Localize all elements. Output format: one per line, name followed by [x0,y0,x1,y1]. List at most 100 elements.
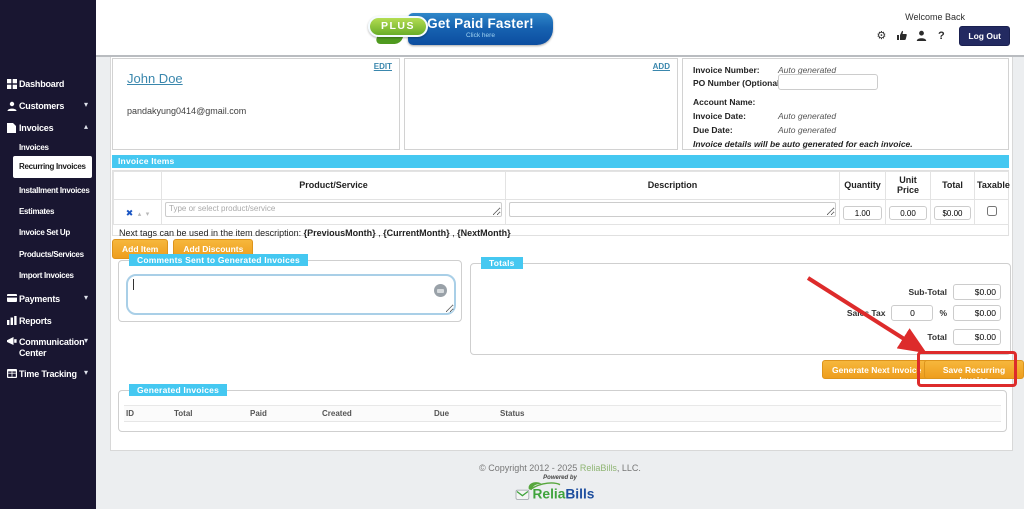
invoice-items-header: Invoice Items [112,155,1009,168]
sub-total-input[interactable] [953,284,1001,300]
sidebar-item-label: Time Tracking [19,369,77,379]
reports-icon [7,316,17,326]
move-down-icon[interactable]: ▾ [146,211,150,218]
powered-by-block: Powered by ReliaBills [497,475,623,508]
top-header: Get Paid Faster! Click here PLUS Welcome… [96,0,1024,57]
logo-text-bills: Bills [565,486,594,501]
sidebar: Dashboard Customers ▾ Invoices ▴ Invoice… [0,0,96,509]
generate-next-invoice-button[interactable]: Generate Next Invoice [822,360,931,379]
tags-note: Next tags can be used in the item descri… [113,225,1008,238]
taxable-checkbox[interactable] [987,206,997,216]
sidebar-item-time-tracking[interactable]: Time Tracking ▾ [0,368,96,383]
sidebar-item-label: Communication [19,337,84,347]
gear-icon[interactable]: ⚙ [875,30,887,42]
paid-column-header: Paid [250,409,267,418]
invoice-number-label: Invoice Number: [693,65,760,75]
sidebar-item-customers[interactable]: Customers ▾ [0,100,96,115]
tags-note-prefix: Next tags can be used in the item descri… [119,228,304,238]
description-column-header: Description [506,172,840,200]
due-column-header: Due [434,409,449,418]
sidebar-item-label: Customers [19,101,64,111]
invoice-items-table: Product/Service Description Quantity Uni… [113,171,1009,225]
welcome-back-text: Welcome Back [905,12,965,22]
delete-row-icon[interactable]: ✖ [126,208,134,218]
sidebar-item-products-services[interactable]: Products/Services [19,250,96,264]
auto-generated-note: Invoice details will be auto generated f… [693,139,1003,149]
sidebar-item-label: Center [19,348,46,358]
sidebar-item-invoices[interactable]: Invoices ▴ [0,122,96,137]
recurring-invoice-page: Dashboard Customers ▾ Invoices ▴ Invoice… [0,0,1024,509]
taxable-column-header: Taxable [975,172,1009,200]
reliabills-link[interactable]: ReliaBills [580,463,617,473]
move-up-icon[interactable]: ▴ [138,211,142,218]
generated-invoices-section: Generated Invoices ID Total Paid Created… [118,390,1007,432]
chevron-down-icon: ▾ [84,293,88,302]
sidebar-item-estimates[interactable]: Estimates [19,207,96,221]
sales-tax-input[interactable] [953,305,1001,321]
customer-card: EDIT John Doe pandakyung0414@gmail.com [112,58,400,150]
sidebar-item-dashboard[interactable]: Dashboard [0,78,96,93]
sales-tax-label: Sales Tax [847,308,886,318]
po-number-label: PO Number (Optional): [693,78,785,88]
emoji-icon[interactable] [434,284,447,297]
comments-section-title: Comments Sent to Generated Invoices [129,254,308,266]
total-input[interactable] [953,329,1001,345]
sidebar-item-import-invoices[interactable]: Import Invoices [19,271,96,285]
sidebar-item-reports[interactable]: Reports [0,315,96,330]
product-service-column-header: Product/Service [162,172,506,200]
tag-next-month: {NextMonth} [457,228,511,238]
totals-section: Totals Sub-Total Sales Tax % Total [470,263,1011,355]
banner-ribbon: Get Paid Faster! Click here [408,13,553,45]
text-cursor [133,279,134,290]
total-column-header: Total [931,172,975,200]
customer-name-link[interactable]: John Doe [127,71,183,86]
sidebar-item-payments[interactable]: Payments ▾ [0,293,96,308]
user-icon[interactable] [915,30,927,42]
edit-customer-link[interactable]: EDIT [374,62,392,71]
logout-button[interactable]: Log Out [959,26,1010,46]
total-column-header: Total [174,409,193,418]
chevron-down-icon: ▾ [84,368,88,377]
chevron-down-icon: ▾ [84,100,88,109]
created-column-header: Created [322,409,352,418]
sidebar-item-communication-center-line2[interactable]: Center [0,347,96,362]
banner-click-here[interactable]: Click here [408,32,553,39]
product-service-input[interactable] [165,202,502,217]
svg-text:ReliaBills: ReliaBills [533,486,595,501]
sidebar-item-label: Dashboard [19,79,64,89]
line-total-input[interactable] [934,206,971,220]
description-input[interactable] [509,202,836,217]
payments-icon [7,294,17,304]
invoice-details-card: Invoice Number: Auto generated PO Number… [682,58,1009,150]
banner-tail [375,36,404,44]
sub-total-row: Sub-Total [908,284,1001,300]
quantity-input[interactable] [843,206,882,220]
sidebar-item-installment-invoices[interactable]: Installment Invoices [19,186,96,200]
banner-title: Get Paid Faster! [408,16,553,31]
customers-icon [7,101,17,111]
help-icon[interactable]: ? [935,30,947,42]
sidebar-item-label: Reports [19,316,52,326]
sidebar-item-invoice-set-up[interactable]: Invoice Set Up [19,228,96,242]
comments-textarea[interactable] [126,274,456,315]
tag-current-month: {CurrentMonth} [383,228,450,238]
save-recurring-invoice-button[interactable]: Save Recurring Invoice [924,360,1024,379]
generated-invoices-title: Generated Invoices [129,384,227,396]
add-link[interactable]: ADD [653,62,670,71]
chevron-up-icon: ▴ [84,122,88,131]
reliabills-logo: ReliaBills [510,481,610,503]
get-paid-faster-banner[interactable]: Get Paid Faster! Click here PLUS [368,11,558,49]
sales-tax-rate-input[interactable] [891,305,933,321]
invoices-icon [7,123,17,133]
total-label: Total [927,332,947,342]
po-number-input[interactable] [778,74,878,90]
generated-invoices-header-row: ID Total Paid Created Due Status [124,405,1001,422]
sidebar-item-invoices-sub[interactable]: Invoices [19,143,96,157]
unit-price-input[interactable] [889,206,927,220]
copyright-text: © Copyright 2012 - 2025 ReliaBills, LLC. [96,463,1024,473]
thumbs-up-icon[interactable] [895,30,907,42]
sidebar-item-recurring-invoices[interactable]: Recurring Invoices [13,156,92,178]
sub-total-label: Sub-Total [908,287,947,297]
account-name-label: Account Name: [693,97,755,107]
invoice-date-value: Auto generated [778,111,836,121]
